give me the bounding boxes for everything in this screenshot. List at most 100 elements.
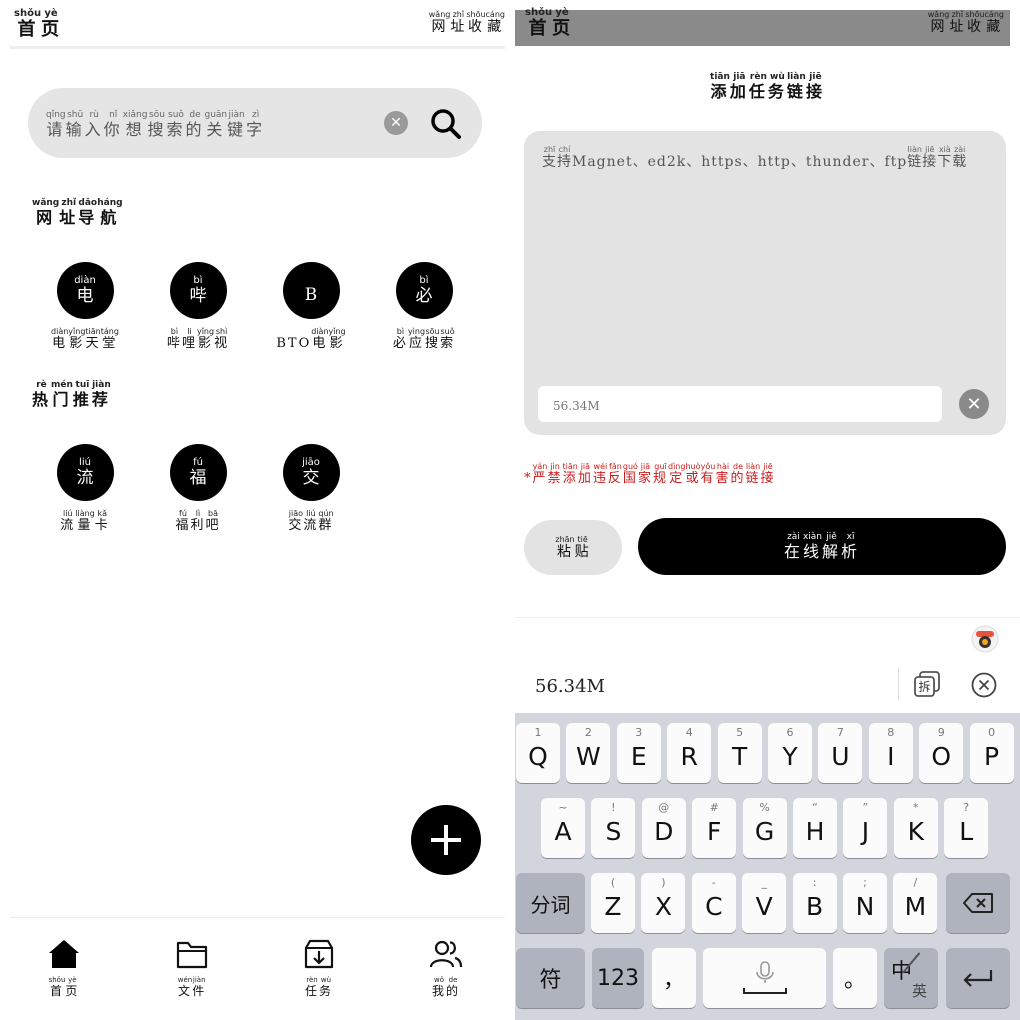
key-b[interactable]: :B bbox=[792, 873, 837, 933]
language-switch-key[interactable]: 中 英 bbox=[884, 948, 938, 1008]
key-i[interactable]: 8I bbox=[868, 723, 913, 783]
key-s[interactable]: ! S bbox=[591, 798, 636, 858]
key-g[interactable]: % G bbox=[742, 798, 787, 858]
parse-online-button[interactable]: 在zài 线xiàn 解jiě 析xī bbox=[638, 518, 1006, 575]
nav-site-tile[interactable]: B​ BTO​电diàn影yǐng bbox=[256, 262, 366, 351]
nav-files[interactable]: 文wén件jiàn bbox=[152, 938, 232, 999]
candidate-word[interactable]: 56.34M bbox=[535, 676, 605, 697]
fenci-key[interactable]: 分词 bbox=[516, 873, 585, 933]
enter-key[interactable] bbox=[946, 948, 1010, 1008]
key-n[interactable]: ; N bbox=[843, 873, 887, 933]
comma-label: ， bbox=[662, 968, 685, 993]
key-letter: O bbox=[931, 741, 952, 771]
plus-icon bbox=[431, 825, 461, 855]
key-alt-symbol: * bbox=[913, 801, 919, 814]
space-key[interactable] bbox=[703, 948, 826, 1008]
return-icon bbox=[963, 970, 993, 987]
key-e[interactable]: 3E bbox=[616, 723, 661, 783]
key-letter: M bbox=[904, 891, 927, 921]
nav-label: 我wǒ的de bbox=[431, 976, 461, 998]
nav-site-tile[interactable]: 哔bì 哔bì哩li影yǐng视shì bbox=[143, 262, 253, 351]
clear-icon[interactable]: ✕ bbox=[959, 389, 989, 419]
tile-label: 交jiāo流liú群qún bbox=[288, 509, 334, 533]
key-letter: L bbox=[959, 816, 974, 846]
key-r[interactable]: 4R bbox=[667, 723, 712, 783]
favorites-link[interactable]: 网wǎng址zhǐ收shōu藏cáng bbox=[928, 10, 1004, 36]
add-task-button[interactable] bbox=[411, 805, 481, 875]
hot-site-tile[interactable]: 福fú 福fú利lì吧bā bbox=[143, 444, 253, 533]
key-p[interactable]: 0P bbox=[969, 723, 1014, 783]
key-alt-symbol: ) bbox=[661, 876, 666, 889]
link-textarea[interactable]: 支zhī持chíMagnet、ed2k、https、http、thunder、f… bbox=[524, 131, 1006, 435]
nav-site-tile[interactable]: 电diàn 电diàn影yǐng天tiān堂táng bbox=[30, 262, 140, 351]
search-bar[interactable]: 请qǐng输shū入rù你nǐ想xiǎng搜sōu索suǒ的de关guān键ji… bbox=[28, 88, 482, 158]
tile-icon: B​ bbox=[282, 262, 340, 319]
key-alt-symbol: - bbox=[711, 876, 716, 889]
key-x[interactable]: ) X bbox=[641, 873, 686, 933]
tile-label: 电diàn影yǐng天tiān堂táng bbox=[51, 327, 119, 351]
section-title-nav: 网wǎng址zhǐ导dǎo航háng bbox=[32, 198, 123, 227]
key-letter: N bbox=[855, 891, 875, 921]
size-input[interactable]: 56.34M bbox=[538, 386, 942, 422]
split-icon[interactable]: 拆 bbox=[913, 670, 941, 698]
key-t[interactable]: 5T bbox=[717, 723, 762, 783]
key-letter: C bbox=[705, 891, 723, 921]
key-c[interactable]: -C bbox=[691, 873, 736, 933]
nav-site-tile[interactable]: 必bì 必bì应yìng搜sōu索suǒ bbox=[369, 262, 479, 351]
nav-tasks[interactable]: 任rèn务wù bbox=[279, 938, 359, 999]
key-k[interactable]: * K bbox=[893, 798, 938, 858]
key-z[interactable]: (Z bbox=[591, 873, 635, 933]
period-key[interactable]: 。 bbox=[833, 948, 877, 1008]
key-letter: R bbox=[680, 741, 698, 771]
backspace-key[interactable] bbox=[946, 873, 1010, 933]
comma-key[interactable]: ， bbox=[652, 948, 696, 1008]
number-key[interactable]: 123 bbox=[592, 948, 644, 1008]
key-y[interactable]: 6Y bbox=[768, 723, 812, 783]
key-v[interactable]: _ V bbox=[742, 873, 787, 933]
key-letter: I bbox=[887, 741, 895, 771]
ime-mascot-icon[interactable] bbox=[970, 623, 1000, 653]
close-icon[interactable] bbox=[971, 672, 997, 698]
key-f[interactable]: # F bbox=[692, 798, 737, 858]
tile-icon: 流liú bbox=[56, 444, 114, 501]
ime-keyboard: 1Q2W3E4R5T6Y7U8I9O0P ~ A! S @ D # F% G “H” J * K? L … bbox=[515, 713, 1020, 1020]
fenci-label: 分词 bbox=[530, 892, 571, 917]
nav-home[interactable]: 首shǒu页yè bbox=[24, 938, 104, 999]
add-task-screen: 首shǒu页yè 网wǎng址zhǐ收shōu藏cáng 添tiān加jiā任r… bbox=[515, 0, 1020, 1020]
tile-icon: 电diàn bbox=[56, 262, 114, 319]
key-a[interactable]: ~ A bbox=[541, 798, 585, 858]
key-letter: D bbox=[654, 816, 674, 846]
key-q[interactable]: 1Q bbox=[516, 723, 560, 783]
key-alt-symbol: 3 bbox=[635, 726, 643, 739]
search-icon[interactable] bbox=[430, 108, 462, 140]
top-bar: 首shǒu页yè 网wǎng址zhǐ收shōu藏cáng bbox=[10, 0, 505, 49]
key-d[interactable]: @ D bbox=[641, 798, 686, 858]
key-l[interactable]: ? L bbox=[944, 798, 989, 858]
clear-icon[interactable]: ✕ bbox=[384, 111, 408, 135]
key-letter: X bbox=[654, 891, 672, 921]
key-m[interactable]: / M bbox=[893, 873, 938, 933]
key-j[interactable]: ” J bbox=[843, 798, 888, 858]
paste-button[interactable]: 粘zhān 贴tiē bbox=[524, 520, 622, 575]
nav-label: 任rèn务wù bbox=[304, 976, 334, 998]
key-u[interactable]: 7U bbox=[818, 723, 863, 783]
symbol-key[interactable]: 符 bbox=[516, 948, 585, 1008]
key-o[interactable]: 9O bbox=[919, 723, 964, 783]
symbol-label: 符 bbox=[539, 968, 562, 993]
search-input[interactable]: 请qǐng输shū入rù你nǐ想xiǎng搜sōu索suǒ的de关guān键ji… bbox=[46, 110, 265, 140]
key-alt-symbol: 6 bbox=[786, 726, 794, 739]
bottom-nav: 首shǒu页yè 文wén件jiàn 任rèn务wù 我wǒ的de bbox=[10, 917, 505, 1020]
en-label: 英 bbox=[912, 982, 928, 1000]
key-alt-symbol: % bbox=[759, 801, 770, 814]
section-title-hot: 热rè门mén推tuī荐jiàn bbox=[32, 380, 111, 409]
hot-site-tile[interactable]: 交jiāo 交jiāo流liú群qún bbox=[256, 444, 366, 533]
key-letter: U bbox=[831, 741, 850, 771]
favorites-link[interactable]: 网wǎng址zhǐ收shōu藏cáng bbox=[429, 10, 505, 36]
key-h[interactable]: “H bbox=[793, 798, 837, 858]
hot-site-tile[interactable]: 流liú 流liú量liàng卡kǎ bbox=[30, 444, 140, 533]
key-alt-symbol: ? bbox=[963, 801, 970, 814]
period-label: 。 bbox=[843, 968, 866, 993]
key-w[interactable]: 2W bbox=[566, 723, 611, 783]
key-alt-symbol: ! bbox=[611, 801, 616, 814]
nav-mine[interactable]: 我wǒ的de bbox=[406, 938, 486, 999]
